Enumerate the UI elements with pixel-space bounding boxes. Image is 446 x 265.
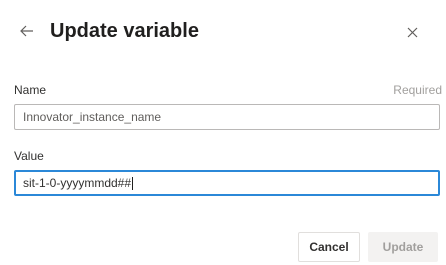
name-label: Name (14, 83, 47, 97)
back-arrow-icon[interactable] (18, 22, 36, 40)
name-label-row: Name Required (14, 82, 442, 98)
update-button[interactable]: Update (368, 232, 438, 262)
value-input-value: sit-1-0-yyyymmdd## (23, 176, 132, 190)
update-variable-dialog: Update variable Name Required Innovator_… (0, 0, 446, 265)
dialog-title: Update variable (50, 20, 199, 42)
arrow-left-icon (20, 25, 33, 37)
name-input-value: Innovator_instance_name (23, 110, 162, 124)
name-input[interactable]: Innovator_instance_name (14, 104, 440, 130)
value-input[interactable]: sit-1-0-yyyymmdd## (14, 170, 440, 196)
value-label-row: Value (14, 148, 442, 164)
required-indicator: Required (393, 83, 442, 97)
value-label: Value (14, 149, 44, 163)
dialog-header: Update variable (0, 0, 446, 56)
close-icon[interactable] (404, 24, 420, 40)
cancel-button[interactable]: Cancel (298, 232, 360, 262)
close-x-icon (407, 27, 417, 37)
text-caret (132, 177, 134, 191)
